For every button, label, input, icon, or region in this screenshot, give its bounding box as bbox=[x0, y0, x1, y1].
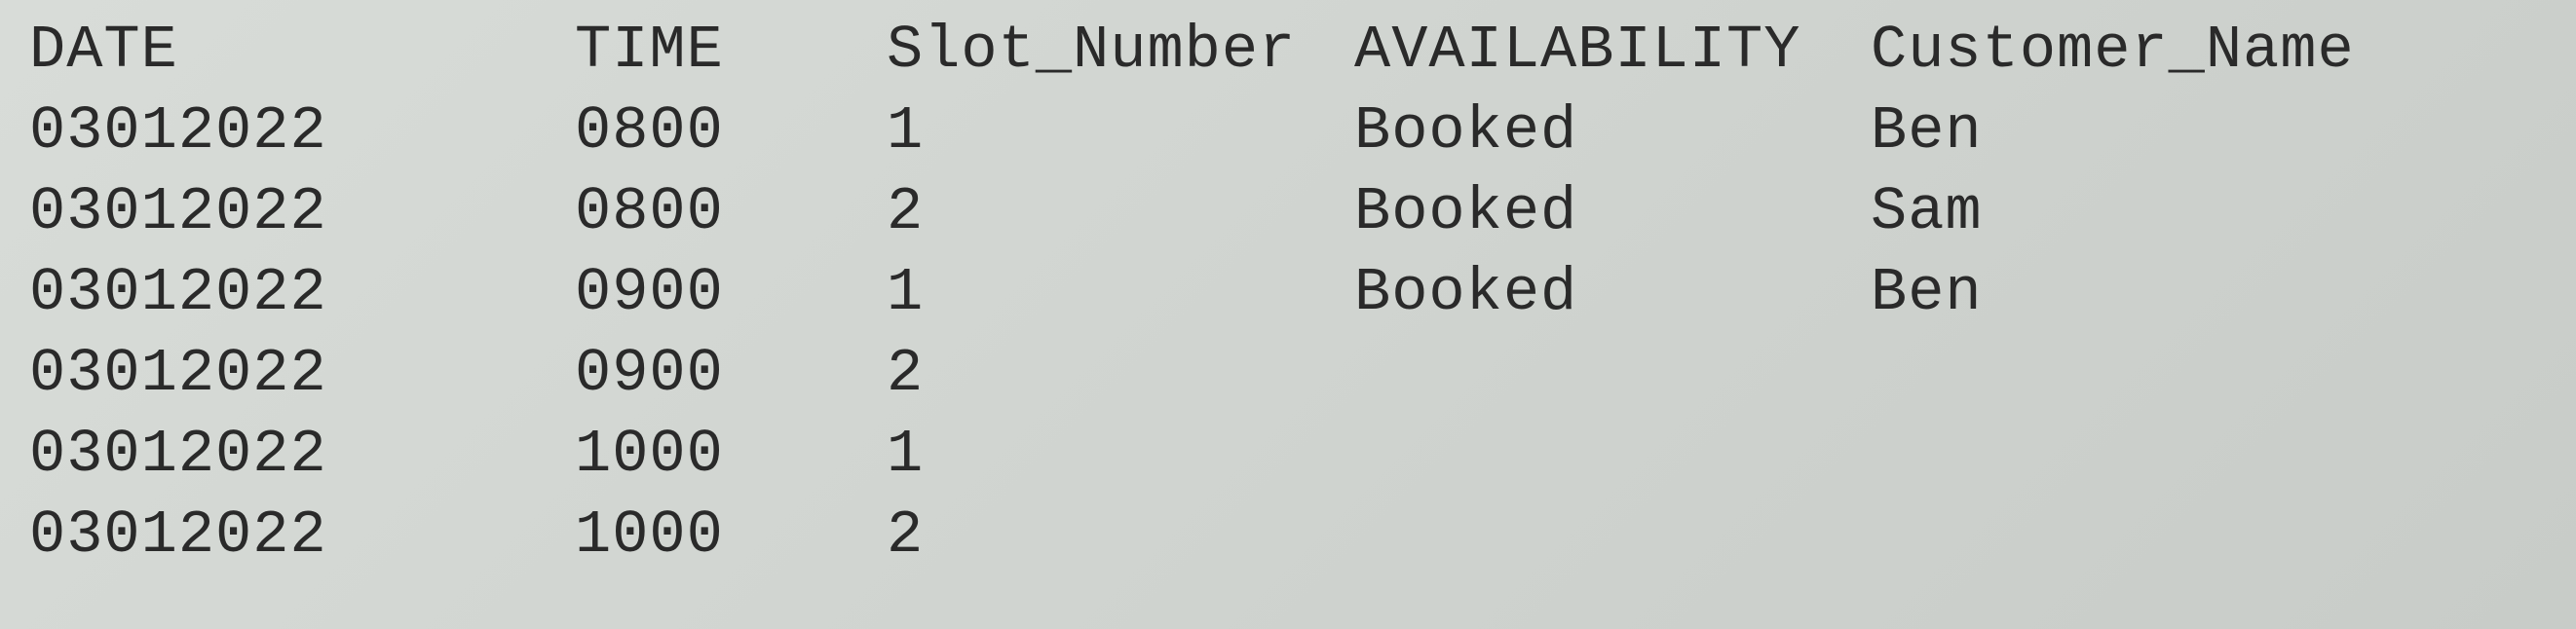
cell-availability: Booked bbox=[1345, 171, 1861, 252]
cell-time: 0800 bbox=[565, 171, 877, 252]
table-row: 03012022 1000 1 bbox=[19, 414, 2557, 495]
cell-time: 0800 bbox=[565, 91, 877, 171]
header-time: TIME bbox=[565, 10, 877, 91]
cell-availability: Booked bbox=[1345, 91, 1861, 171]
table-row: 03012022 0800 2 Booked Sam bbox=[19, 171, 2557, 252]
cell-date: 03012022 bbox=[19, 333, 565, 414]
cell-slot: 1 bbox=[877, 414, 1345, 495]
booking-table: DATE TIME Slot_Number AVAILABILITY Custo… bbox=[19, 10, 2557, 575]
cell-slot: 2 bbox=[877, 495, 1345, 575]
cell-customer: Sam bbox=[1861, 171, 2557, 252]
cell-date: 03012022 bbox=[19, 252, 565, 333]
cell-customer bbox=[1861, 333, 2557, 414]
cell-time: 1000 bbox=[565, 414, 877, 495]
cell-date: 03012022 bbox=[19, 91, 565, 171]
cell-time: 1000 bbox=[565, 495, 877, 575]
cell-availability: Booked bbox=[1345, 252, 1861, 333]
cell-customer: Ben bbox=[1861, 252, 2557, 333]
cell-date: 03012022 bbox=[19, 495, 565, 575]
table-row: 03012022 0900 1 Booked Ben bbox=[19, 252, 2557, 333]
table-row: 03012022 0800 1 Booked Ben bbox=[19, 91, 2557, 171]
cell-date: 03012022 bbox=[19, 414, 565, 495]
table-row: 03012022 0900 2 bbox=[19, 333, 2557, 414]
cell-availability bbox=[1345, 333, 1861, 414]
cell-customer: Ben bbox=[1861, 91, 2557, 171]
cell-time: 0900 bbox=[565, 333, 877, 414]
cell-time: 0900 bbox=[565, 252, 877, 333]
table-header-row: DATE TIME Slot_Number AVAILABILITY Custo… bbox=[19, 10, 2557, 91]
cell-slot: 1 bbox=[877, 91, 1345, 171]
table-row: 03012022 1000 2 bbox=[19, 495, 2557, 575]
cell-slot: 2 bbox=[877, 171, 1345, 252]
cell-slot: 1 bbox=[877, 252, 1345, 333]
cell-slot: 2 bbox=[877, 333, 1345, 414]
header-customer-name: Customer_Name bbox=[1861, 10, 2557, 91]
cell-customer bbox=[1861, 414, 2557, 495]
cell-availability bbox=[1345, 414, 1861, 495]
header-availability: AVAILABILITY bbox=[1345, 10, 1861, 91]
cell-customer bbox=[1861, 495, 2557, 575]
header-date: DATE bbox=[19, 10, 565, 91]
cell-date: 03012022 bbox=[19, 171, 565, 252]
cell-availability bbox=[1345, 495, 1861, 575]
header-slot-number: Slot_Number bbox=[877, 10, 1345, 91]
